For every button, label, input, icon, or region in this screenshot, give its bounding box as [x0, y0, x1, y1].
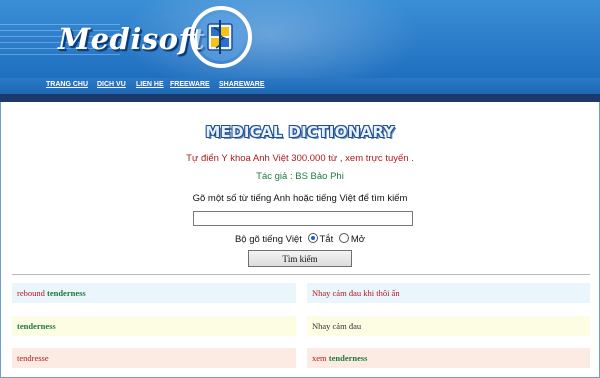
nav-link-contact[interactable]: LIEN HE [136, 81, 164, 88]
results-divider [12, 274, 590, 275]
ime-on-radio[interactable] [338, 233, 349, 243]
result-term-cell[interactable]: rebound tenderness [12, 283, 296, 303]
result-meaning-cell: xem tenderness [307, 348, 590, 368]
ime-off-label[interactable]: Tắt [320, 234, 334, 245]
result-meaning-cell: Nhay cảm đau khi thôi ấn [307, 283, 590, 303]
nav-link-home[interactable]: TRANG CHU [46, 81, 88, 88]
result-meaning-cell: Nhay cảm đau [307, 316, 590, 336]
result-meaning-link[interactable]: tenderness [329, 353, 368, 363]
site-logo-text[interactable]: Medisoft [58, 22, 205, 56]
result-term-word-highlight[interactable]: tenderness [47, 288, 86, 298]
nav-separator-bar [0, 94, 600, 102]
nav-link-freeware[interactable]: FREEWARE [170, 81, 210, 88]
caduceus-shield-icon[interactable] [190, 6, 252, 68]
result-meaning-text: xem [312, 353, 327, 363]
search-button[interactable]: Tìm kiếm [248, 250, 352, 267]
search-input[interactable] [193, 211, 413, 226]
result-term-word-highlight[interactable]: tenderness [17, 321, 56, 331]
result-term-cell[interactable]: tendresse [12, 348, 296, 368]
ime-on-label[interactable]: Mở [351, 234, 365, 245]
search-prompt: Gõ một số từ tiếng Anh hoặc tiếng Việt đ… [192, 193, 408, 204]
dictionary-title: MEDICAL DICTIONARY [205, 123, 395, 141]
ime-label: Bộ gõ tiếng Việt [234, 234, 302, 245]
dictionary-subtitle: Tự điển Y khoa Anh Việt 300.000 từ , xem… [186, 153, 414, 164]
result-term-word[interactable]: tendresse [17, 353, 49, 363]
result-term-cell[interactable]: tenderness [12, 316, 296, 336]
nav-link-shareware[interactable]: SHAREWARE [219, 81, 265, 88]
site-header: Medisoft [0, 0, 600, 78]
nav-bar [0, 78, 600, 94]
result-meaning-text: Nhay cảm đau [312, 321, 362, 331]
result-meaning-text: Nhay cảm đau khi thôi ấn [312, 288, 400, 298]
author-line: Tác giả : BS Bảo Phi [256, 171, 344, 182]
nav-link-services[interactable]: DICH VU [97, 81, 126, 88]
ime-selector: Bộ gõ tiếng Việt Tắt Mở [0, 233, 600, 245]
ime-off-radio[interactable] [307, 233, 318, 243]
result-term-word[interactable]: rebound [17, 288, 45, 298]
